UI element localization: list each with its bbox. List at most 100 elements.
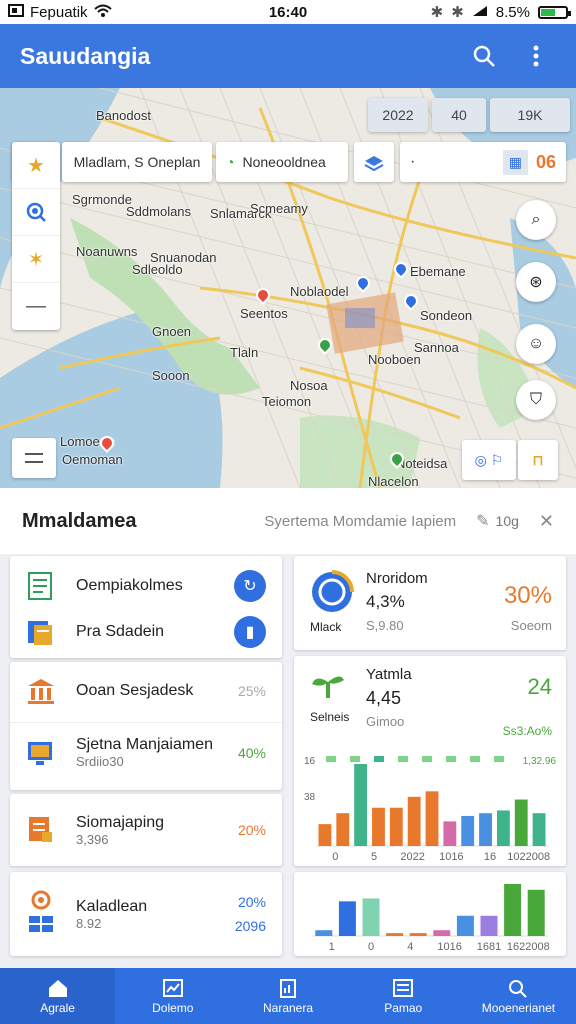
map-label: Snuanodan [150,250,217,265]
chart-bar [532,813,546,846]
list-item[interactable]: Ooan Sesjadesk 25% [10,670,282,712]
map-label: Nosoa [290,378,328,393]
nav-documents[interactable]: Naranera [230,968,345,1024]
list-item-percent: 20% [237,822,266,838]
chart-tick-label: 5 [371,851,377,862]
zoom-out-button[interactable]: — [12,283,60,330]
stat-card-2[interactable]: Selneis Yatmla 4,45 Gimoo 24 Ss3:Ao% 0 5 2… [294,656,566,866]
refresh-button[interactable]: ↻ [234,570,266,602]
chart-guide-dash [470,756,480,762]
nav-home[interactable]: Agrale [0,968,116,1024]
more-menu-button[interactable] [516,36,556,76]
search-icon [509,979,528,998]
chart-tick-label: 1022008 [507,851,550,862]
stat-big-sub: Soeom [510,618,552,633]
nav-dashboard[interactable]: Dolemo [115,968,230,1024]
list-item[interactable]: Kaladlean 8.92 20% 2096 [10,880,282,948]
chart-bar [318,824,332,846]
search-location-icon [26,202,46,222]
filter-chip-year[interactable]: 2022 [368,98,428,132]
chart-guide-dash [374,756,384,762]
open-button[interactable]: ▮ [234,616,266,648]
close-icon[interactable]: ✕ [539,511,554,532]
route-stat: 06 [535,151,556,172]
map-view[interactable]: Banodost Sgrmonde Sddmolans Noanuwns Sdl… [0,88,576,488]
bottom-nav: Agrale Dolemo Naranera Pamao Mooeneriane… [0,968,576,1024]
status-bar: Fepuatik 16:40 ✱ ✱ 8.5% [0,0,576,24]
locate-button[interactable] [12,189,60,236]
filter-chip-count[interactable]: 40 [432,98,486,132]
shield-icon: ⛉ [529,391,542,408]
nav-label: Naranera [262,1000,314,1015]
monitor-icon [28,741,52,765]
stat-card-1[interactable]: Mlack Nroridom 4,3% S,9.80 30% Soeom [294,556,566,650]
star-outline-icon: ✶ [27,248,45,271]
projects-card: Ooan Sesjadesk 25% Sjetna Manjaiamen Srd… [10,662,282,790]
app-title: Sauudangia [20,42,151,69]
actions-card: Oempiakolmes ↻ Pra Sdadein ▮ [10,556,282,658]
panel-subtitle: Syertema Momdamie Iapiem [264,512,457,530]
map-label: Ebemane [410,264,466,279]
map-label: Sddmolans [126,204,192,219]
chart-bar [480,915,498,936]
stat-value: 4,3% [366,592,405,611]
destination-field[interactable]: ◔ Noneooldnea [216,142,348,182]
search-icon [473,45,495,67]
compass-button[interactable]: ⊛ [516,262,556,302]
nav-list[interactable]: Pamao [346,968,461,1024]
map-label: Seentos [240,306,288,321]
favorite-button[interactable]: ★ [12,142,60,189]
bookmark-button[interactable]: ✶ [12,236,60,283]
shield-button[interactable]: ⛉ [516,380,556,420]
chart-tick-label: 1016 [437,941,461,952]
chart-bar [527,889,545,936]
origin-field[interactable]: Mladlam, S Oneplan [62,142,212,182]
bank-icon [28,679,54,704]
list-item-percent-secondary: 2096 [234,918,266,934]
list-item-label: Siomajaping [76,813,165,831]
clipboard-icon [29,817,52,842]
menu-button[interactable] [12,438,56,478]
route-info-bar[interactable]: · ▦ 06 [400,142,566,182]
chart-card[interactable]: 1 0 4 1016 1681 1622008 [294,872,566,956]
nav-search[interactable]: Mooenerianet [461,968,576,1024]
bluetooth-alt-icon: ✱ [451,4,464,21]
chart-tick-label: 0 [368,941,374,952]
navigation-icon: ◎ ⚐ [474,451,504,468]
chart-top-label: 16 [304,756,316,767]
transit-button[interactable]: ⊓ [518,440,558,480]
refresh-icon: ↻ [243,578,257,595]
list-item[interactable]: Pra Sdadein ▮ [10,610,282,654]
search-button[interactable] [464,36,504,76]
list-item[interactable]: Sjetna Manjaiamen Srdiio30 40% [10,722,282,782]
zoom-button[interactable]: ⌕ [516,200,556,240]
list-item[interactable]: Oempiakolmes ↻ [10,564,282,608]
layers-button[interactable] [354,142,394,182]
navigate-button[interactable]: ◎ ⚐ [462,440,516,480]
stat-sub: Gimoo [366,714,405,729]
stat-caption: Selneis [310,710,350,724]
chart-guide-dash [446,756,456,762]
stat-sub: S,9.80 [366,618,404,633]
chart-bar [425,791,439,846]
hamburger-icon [25,453,43,463]
stat-big: 24 [527,674,552,699]
gallery-icon [8,3,24,21]
edit-icon[interactable]: ✎ [476,511,489,531]
filter-chip-views[interactable]: 19K [490,98,570,132]
map-label: Noblaodel [290,284,349,299]
mapping-card: Siomajaping 3,396 20% [10,794,282,866]
panel-header: Mmaldamea Syertema Momdamie Iapiem ✎ 10g… [0,488,576,554]
list-item-label: Oempiakolmes [76,577,183,594]
nav-label: Mooenerianet [481,1000,556,1015]
nav-label: Agrale [40,1000,75,1015]
list-item[interactable]: Siomajaping 3,396 20% [10,802,282,858]
stat-title: Nroridom [366,570,428,587]
chat-button[interactable]: ☺ [516,324,556,364]
home-icon [48,979,67,997]
chart-bar [372,807,385,846]
chart-tick-label: 0 [332,851,338,862]
app-bar: Sauudangia [0,24,576,88]
doc-icon: ▮ [245,624,255,641]
chart-bar [315,930,333,936]
